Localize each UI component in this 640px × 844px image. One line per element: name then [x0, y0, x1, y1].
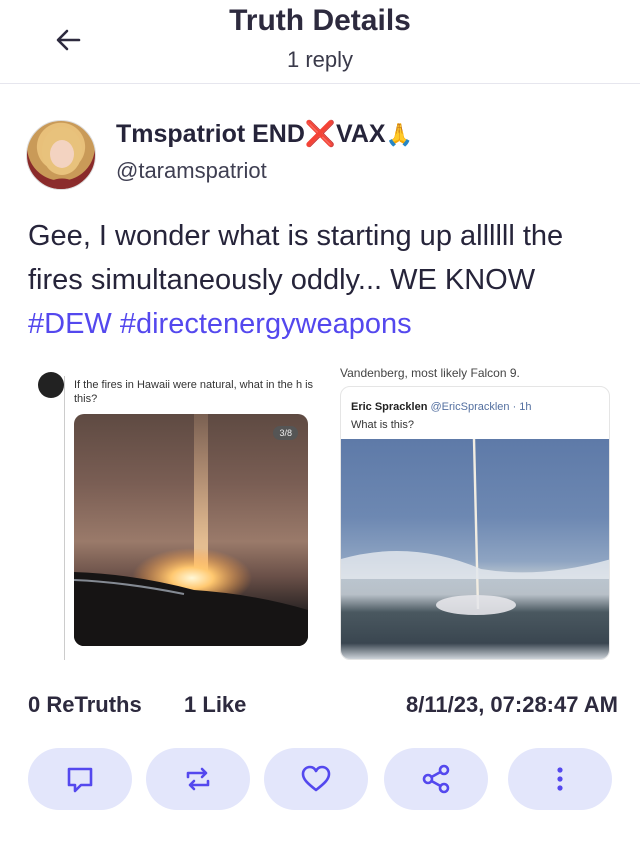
post-author: Tmspatriot END❌VAX🙏 @taramspatriot	[0, 110, 640, 200]
embedded-author: Eric Spracklen @EricSpracklen · 1h	[351, 401, 532, 413]
likes-stat[interactable]: 1 Like	[184, 692, 246, 718]
avatar-photo	[39, 127, 85, 189]
display-name[interactable]: Tmspatriot END❌VAX🙏	[116, 120, 413, 149]
avatar[interactable]	[26, 120, 96, 190]
post-timestamp: 8/11/23, 07:28:47 AM	[406, 692, 618, 717]
author-handle[interactable]: @taramspatriot	[116, 158, 267, 184]
reply-button[interactable]	[28, 748, 132, 810]
heart-icon	[301, 765, 331, 792]
media-image-right[interactable]: Vandenberg, most likely Falcon 9. Eric S…	[330, 366, 612, 660]
repost-icon	[186, 767, 210, 791]
top-bar: Truth Details 1 reply	[0, 0, 640, 84]
hashtag-directenergyweapons[interactable]: #directenergyweapons	[120, 308, 412, 340]
action-bar	[0, 748, 640, 810]
embedded-tweet: Eric Spracklen @EricSpracklen · 1h What …	[340, 386, 610, 660]
display-name-suffix: VAX	[336, 120, 386, 148]
likes-label: Like	[202, 692, 247, 717]
retruth-button[interactable]	[146, 748, 250, 810]
fire-beam-illustration	[74, 414, 308, 646]
image-count-badge: 3/8	[273, 426, 298, 440]
retruths-label: ReTruths	[46, 692, 142, 717]
likes-count: 1	[184, 692, 197, 717]
share-button[interactable]	[384, 748, 488, 810]
more-button[interactable]	[508, 748, 612, 810]
red-x-emoji: ❌	[304, 120, 337, 148]
retruths-count: 0	[28, 692, 41, 717]
retruths-stat[interactable]: 0 ReTruths	[28, 692, 142, 718]
post-body: Gee, I wonder what is starting up alllll…	[28, 214, 618, 346]
more-vertical-icon	[557, 767, 563, 791]
hashtag-dew[interactable]: #DEW	[28, 308, 112, 340]
post-stats: 0 ReTruths 1 Like 8/11/23, 07:28:47 AM	[28, 692, 618, 722]
embedded-top-text: Vandenberg, most likely Falcon 9.	[340, 366, 520, 380]
fire-photo: 3/8	[74, 414, 308, 646]
share-icon	[422, 764, 450, 794]
praying-hands-emoji: 🙏	[385, 122, 414, 147]
embedded-question: What is this?	[351, 419, 414, 431]
thread-line	[64, 376, 65, 660]
page-title: Truth Details	[229, 4, 411, 37]
rocket-trail-illustration	[341, 438, 609, 615]
post-text: Gee, I wonder what is starting up alllll…	[28, 220, 564, 296]
embedded-caption: If the fires in Hawaii were natural, wha…	[74, 379, 314, 405]
reply-count: 1 reply	[286, 47, 354, 72]
display-name-prefix: Tmspatriot END	[116, 120, 305, 148]
launch-photo	[341, 438, 609, 659]
media-image-left[interactable]: If the fires in Hawaii were natural, wha…	[30, 366, 318, 660]
comment-icon	[67, 767, 93, 793]
like-button[interactable]	[264, 748, 368, 810]
post-media[interactable]: If the fires in Hawaii were natural, wha…	[30, 366, 612, 660]
embedded-avatar	[38, 372, 64, 398]
